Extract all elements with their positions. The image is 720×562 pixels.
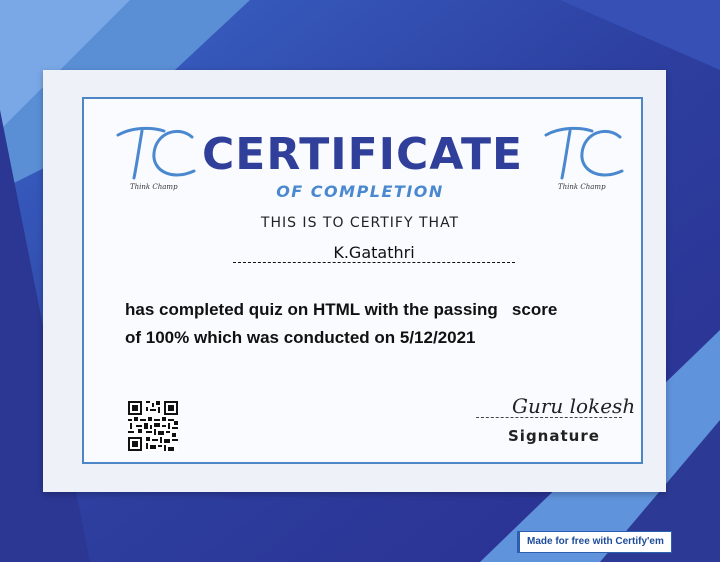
completion-line-1: has completed quiz on HTML with the pass…: [125, 300, 558, 319]
signature-block: Guru lokesh Signature: [476, 392, 635, 452]
signature-label: Signature: [508, 427, 600, 445]
completion-line-2: of 100% which was conducted on 5/12/2021: [125, 328, 476, 347]
certificate-title: CERTIFICATE: [201, 129, 524, 180]
certificate-subtitle: OF COMPLETION: [276, 182, 444, 201]
certify-line: THIS IS TO CERTIFY THAT: [260, 215, 460, 231]
signature-script: Guru lokesh: [512, 394, 636, 418]
signature-line: [476, 417, 622, 418]
name-underline: [233, 262, 515, 263]
tc-logo-icon: [112, 123, 197, 185]
qr-code-icon: [128, 401, 178, 451]
recipient-name: K.Gatathri: [333, 243, 415, 262]
logo-tagline: Think Champ: [558, 183, 606, 191]
made-for-badge[interactable]: Made for free with Certify'em: [517, 531, 672, 553]
logo-tagline: Think Champ: [130, 183, 178, 191]
completion-statement: has completed quiz on HTML with the pass…: [125, 296, 635, 352]
tc-logo-icon: [540, 123, 625, 185]
